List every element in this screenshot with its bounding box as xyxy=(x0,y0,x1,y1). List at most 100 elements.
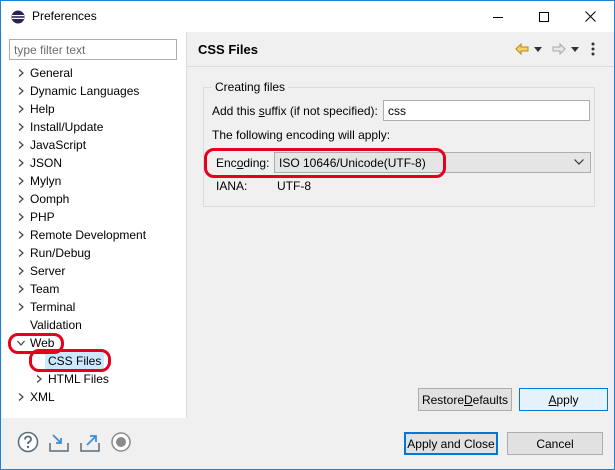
apply-label-post: pply xyxy=(556,392,579,407)
tree-item[interactable]: Help xyxy=(2,100,186,118)
chevron-right-icon[interactable] xyxy=(17,231,25,239)
back-menu-button[interactable] xyxy=(534,41,542,57)
tree-item-label: Remote Development xyxy=(30,228,147,242)
back-arrow-icon xyxy=(515,43,529,55)
tree-item[interactable]: Terminal xyxy=(2,298,186,316)
chevron-right-icon[interactable] xyxy=(17,213,25,221)
tree-item[interactable]: PHP xyxy=(2,208,186,226)
close-button[interactable] xyxy=(567,1,613,32)
tree-item[interactable]: JavaScript xyxy=(2,136,186,154)
tree-item[interactable]: Team xyxy=(2,280,186,298)
tree-item-label: XML xyxy=(30,390,55,404)
chevron-right-icon[interactable] xyxy=(17,285,25,293)
view-menu-icon xyxy=(591,42,595,56)
tree-item[interactable]: Validation xyxy=(2,316,186,334)
chevron-right-icon[interactable] xyxy=(17,177,25,185)
page-header: CSS Files xyxy=(187,32,614,67)
chevron-right-icon[interactable] xyxy=(17,141,25,149)
suffix-label: Add this suffix (if not specified): xyxy=(212,104,378,118)
chevron-right-icon[interactable] xyxy=(17,303,25,311)
chevron-down-icon[interactable] xyxy=(17,339,25,347)
window-title: Preferences xyxy=(32,9,97,23)
creating-files-group: Creating files Add this suffix (if not s… xyxy=(203,80,595,207)
tree-item[interactable]: Mylyn xyxy=(2,172,186,190)
page-title: CSS Files xyxy=(198,42,258,57)
dialog-button-bar: Apply and Close Cancel xyxy=(1,418,614,469)
cancel-label: Cancel xyxy=(536,436,574,451)
help-icon[interactable] xyxy=(17,431,39,453)
tree-item[interactable]: Oomph xyxy=(2,190,186,208)
maximize-button[interactable] xyxy=(521,1,567,32)
tree-item[interactable]: Dynamic Languages xyxy=(2,82,186,100)
tree-item[interactable]: HTML Files xyxy=(2,370,186,388)
forward-button[interactable] xyxy=(552,41,566,57)
encoding-label: Encoding: xyxy=(216,156,269,170)
tree-item-label: Team xyxy=(30,282,60,296)
chevron-right-icon[interactable] xyxy=(17,105,25,113)
tree-item-label: Web xyxy=(30,336,55,350)
encoding-note: The following encoding will apply: xyxy=(212,128,391,142)
tree-item[interactable]: Web xyxy=(2,334,186,352)
tree-item[interactable]: CSS Files xyxy=(2,352,186,370)
tree-item-label: PHP xyxy=(30,210,55,224)
cancel-button[interactable]: Cancel xyxy=(507,432,603,455)
preference-tree-pane: General Dynamic Languages Help Install/Upda… xyxy=(2,32,186,418)
suffix-label-post: uffix (if not specified): xyxy=(264,104,378,118)
chevron-right-icon[interactable] xyxy=(17,267,25,275)
chevron-right-icon[interactable] xyxy=(17,123,25,131)
apply-and-close-button[interactable]: Apply and Close xyxy=(404,432,498,455)
iana-label: IANA: xyxy=(216,179,248,193)
minimize-button[interactable] xyxy=(475,1,521,32)
view-menu-button[interactable] xyxy=(591,41,595,57)
tree-item-label: General xyxy=(30,66,73,80)
tree-item-label: Validation xyxy=(30,318,82,332)
forward-arrow-icon xyxy=(552,43,566,55)
close-icon xyxy=(584,11,596,22)
record-icon[interactable] xyxy=(110,431,132,453)
tree-item[interactable]: Remote Development xyxy=(2,226,186,244)
minimize-icon xyxy=(493,16,503,18)
group-title: Creating files xyxy=(212,80,289,94)
preferences-window: Preferences General Dynamic Languages Help… xyxy=(0,0,615,470)
back-menu-icon xyxy=(534,46,542,52)
chevron-right-icon[interactable] xyxy=(17,249,25,257)
iana-value: UTF-8 xyxy=(277,179,311,193)
encoding-dropdown[interactable]: ISO 10646/Unicode(UTF-8) xyxy=(274,152,591,173)
tree-item-label: Run/Debug xyxy=(30,246,91,260)
eclipse-icon xyxy=(11,10,25,24)
maximize-icon xyxy=(539,11,549,22)
tree-item-label: Server xyxy=(30,264,66,278)
encoding-value: ISO 10646/Unicode(UTF-8) xyxy=(279,156,426,170)
tree-item-label: Dynamic Languages xyxy=(30,84,140,98)
chevron-right-icon[interactable] xyxy=(17,195,25,203)
suffix-value: css xyxy=(388,104,406,118)
tree-item[interactable]: General xyxy=(2,64,186,82)
back-button[interactable] xyxy=(515,41,529,57)
chevron-right-icon[interactable] xyxy=(35,375,43,383)
apply-label-accel: A xyxy=(548,392,557,407)
restore-label-post: efaults xyxy=(472,392,509,407)
forward-menu-button[interactable] xyxy=(571,41,579,57)
tree-item[interactable]: JSON xyxy=(2,154,186,172)
tree-item-label: HTML Files xyxy=(48,372,109,386)
tree-item[interactable]: Server xyxy=(2,262,186,280)
chevron-right-icon[interactable] xyxy=(17,159,25,167)
chevron-right-icon[interactable] xyxy=(17,69,25,77)
suffix-field[interactable]: css xyxy=(383,100,590,121)
apply-button[interactable]: Apply xyxy=(519,388,608,411)
tree-item[interactable]: XML xyxy=(2,388,186,406)
import-icon[interactable] xyxy=(48,431,70,453)
restore-label-pre: Restore xyxy=(421,392,464,407)
chevron-right-icon[interactable] xyxy=(17,87,25,95)
tree-item[interactable]: Run/Debug xyxy=(2,244,186,262)
tree-item-label: Terminal xyxy=(30,300,76,314)
filter-input[interactable] xyxy=(9,39,177,60)
apply-and-close-label: Apply and Close xyxy=(407,436,495,451)
export-icon[interactable] xyxy=(79,431,101,453)
tree-item-label: JavaScript xyxy=(30,138,87,152)
tree-item-label: Mylyn xyxy=(30,174,62,188)
restore-defaults-button[interactable]: Restore Defaults xyxy=(418,388,512,411)
tree-item[interactable]: Install/Update xyxy=(2,118,186,136)
tree-item-label: JSON xyxy=(30,156,63,170)
chevron-right-icon[interactable] xyxy=(17,393,25,401)
